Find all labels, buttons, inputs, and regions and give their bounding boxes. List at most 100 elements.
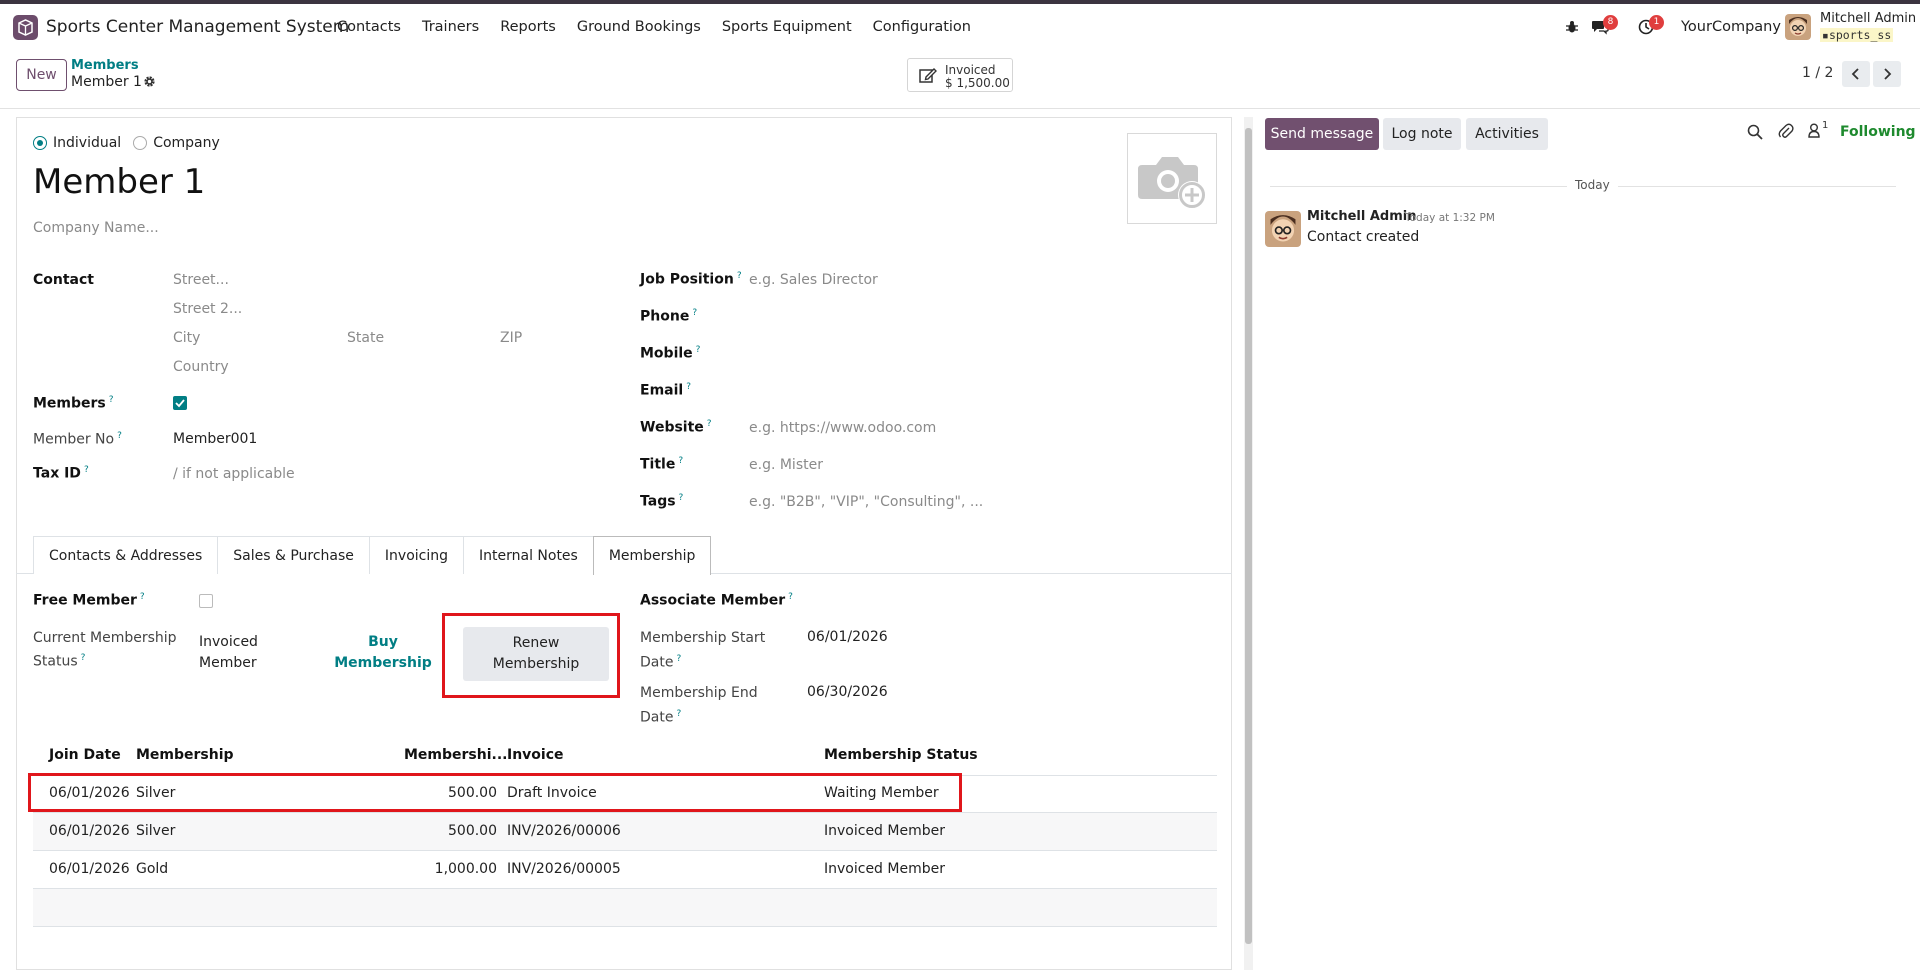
app-menu-icon[interactable]	[13, 15, 38, 40]
zip-input[interactable]: ZIP	[500, 330, 522, 346]
street-input[interactable]: Street...	[173, 272, 229, 288]
message-author[interactable]: Mitchell Admin	[1307, 209, 1416, 224]
search-icon[interactable]	[1747, 124, 1763, 144]
radio-company-label[interactable]: Company	[153, 135, 220, 151]
buy-label-line2: Membership	[334, 655, 432, 671]
row2-membership[interactable]: Silver	[136, 823, 175, 839]
radio-company[interactable]	[133, 136, 148, 150]
highlight-renew-button	[442, 613, 620, 698]
column-membership[interactable]: Membership	[136, 747, 234, 763]
title-input[interactable]: e.g. Mister	[749, 457, 823, 473]
tab-internal-notes[interactable]: Internal Notes	[463, 536, 594, 574]
end-label-line2: Date?	[640, 704, 758, 729]
gear-icon[interactable]	[143, 75, 156, 92]
log-note-button[interactable]: Log note	[1383, 118, 1461, 150]
help-icon[interactable]: ?	[737, 271, 742, 281]
followers-button[interactable]: 1	[1808, 120, 1828, 142]
tab-sales-purchase[interactable]: Sales & Purchase	[217, 536, 370, 574]
menu-contacts[interactable]: Contacts	[337, 19, 401, 35]
message-author-avatar[interactable]	[1265, 211, 1301, 247]
tab-invoicing[interactable]: Invoicing	[368, 536, 464, 574]
column-join-date[interactable]: Join Date	[49, 747, 121, 763]
row2-status[interactable]: Invoiced Member	[824, 823, 945, 839]
form-scrollbar-thumb[interactable]	[1245, 128, 1252, 944]
website-input[interactable]: e.g. https://www.odoo.com	[749, 420, 936, 436]
pager-next-button[interactable]	[1873, 61, 1901, 87]
help-icon[interactable]: ?	[692, 308, 697, 318]
paperclip-icon[interactable]	[1778, 123, 1794, 144]
activities-button[interactable]: Activities	[1466, 118, 1548, 150]
activities-clock-icon[interactable]: 1	[1638, 15, 1664, 39]
company-name-input[interactable]: Company Name...	[33, 220, 159, 236]
street2-input[interactable]: Street 2...	[173, 301, 242, 317]
menu-trainers[interactable]: Trainers	[422, 19, 479, 35]
help-icon[interactable]: ?	[696, 345, 701, 355]
main-navbar: Sports Center Management System Contacts…	[0, 4, 1920, 50]
tags-input[interactable]: e.g. "B2B", "VIP", "Consulting", ...	[749, 494, 983, 510]
menu-ground-bookings[interactable]: Ground Bookings	[577, 19, 701, 35]
email-input[interactable]	[749, 382, 1199, 402]
mobile-input[interactable]	[749, 345, 1199, 365]
row2-invoice[interactable]: INV/2026/00006	[507, 823, 621, 839]
phone-input[interactable]	[749, 308, 1199, 328]
help-icon[interactable]: ?	[686, 382, 691, 392]
pager-previous-button[interactable]	[1842, 61, 1870, 87]
city-input[interactable]: City	[173, 330, 200, 346]
app-title[interactable]: Sports Center Management System	[46, 17, 349, 37]
country-input[interactable]: Country	[173, 359, 229, 375]
row3-fee[interactable]: 1,000.00	[380, 861, 497, 877]
radio-individual[interactable]	[33, 136, 47, 150]
tax-id-input[interactable]: / if not applicable	[173, 466, 295, 482]
member-no-input[interactable]: Member001	[173, 431, 257, 447]
menu-sports-equipment[interactable]: Sports Equipment	[722, 19, 852, 35]
column-membership-fee[interactable]: Membershi...	[404, 747, 508, 763]
row3-join-date[interactable]: 06/01/2026	[49, 861, 130, 877]
tax-id-label: Tax ID?	[33, 465, 89, 482]
column-invoice[interactable]: Invoice	[507, 747, 564, 763]
help-icon[interactable]: ?	[81, 653, 86, 663]
company-switcher[interactable]: YourCompany	[1681, 19, 1781, 35]
radio-individual-label[interactable]: Individual	[53, 135, 121, 151]
row3-status[interactable]: Invoiced Member	[824, 861, 945, 877]
help-icon[interactable]: ?	[140, 592, 145, 602]
help-icon[interactable]: ?	[117, 431, 122, 441]
job-position-label: Job Position?	[640, 271, 742, 288]
column-membership-status[interactable]: Membership Status	[824, 747, 978, 763]
help-icon[interactable]: ?	[678, 456, 683, 466]
avatar-upload[interactable]	[1127, 133, 1217, 224]
email-label-text: Email	[640, 382, 684, 399]
help-icon[interactable]: ?	[679, 493, 684, 503]
send-message-button[interactable]: Send message	[1265, 118, 1379, 150]
invoiced-smart-button[interactable]: Invoiced $ 1,500.00	[907, 58, 1013, 92]
user-name[interactable]: Mitchell Admin	[1820, 11, 1916, 26]
pager-value[interactable]: 1 / 2	[1802, 65, 1833, 81]
help-icon[interactable]: ?	[707, 419, 712, 429]
row2-fee[interactable]: 500.00	[380, 823, 497, 839]
help-icon[interactable]: ?	[676, 709, 681, 719]
row3-invoice[interactable]: INV/2026/00005	[507, 861, 621, 877]
email-label: Email?	[640, 382, 691, 399]
job-position-input[interactable]: e.g. Sales Director	[749, 272, 878, 288]
following-button[interactable]: Following	[1840, 124, 1916, 140]
new-button[interactable]: New	[16, 59, 67, 91]
help-icon[interactable]: ?	[84, 465, 89, 475]
debug-bug-icon[interactable]	[1565, 20, 1579, 38]
messages-icon[interactable]: 8	[1591, 15, 1618, 39]
menu-reports[interactable]: Reports	[500, 19, 556, 35]
help-icon[interactable]: ?	[788, 592, 793, 602]
row3-membership[interactable]: Gold	[136, 861, 168, 877]
buy-membership-button[interactable]: Buy Membership	[333, 632, 433, 674]
tab-contacts-addresses[interactable]: Contacts & Addresses	[33, 536, 219, 574]
user-avatar[interactable]	[1785, 14, 1811, 40]
breadcrumb-members[interactable]: Members	[71, 58, 139, 73]
members-checkbox[interactable]	[173, 396, 187, 410]
row2-join-date[interactable]: 06/01/2026	[49, 823, 130, 839]
help-icon[interactable]: ?	[109, 395, 114, 405]
tab-membership[interactable]: Membership	[592, 536, 712, 575]
help-icon[interactable]: ?	[676, 654, 681, 664]
menu-configuration[interactable]: Configuration	[873, 19, 971, 35]
associate-member-input[interactable]	[807, 592, 1197, 612]
free-member-checkbox[interactable]	[199, 594, 213, 608]
record-name-input[interactable]: Member 1	[33, 162, 205, 202]
state-input[interactable]: State	[347, 330, 384, 346]
